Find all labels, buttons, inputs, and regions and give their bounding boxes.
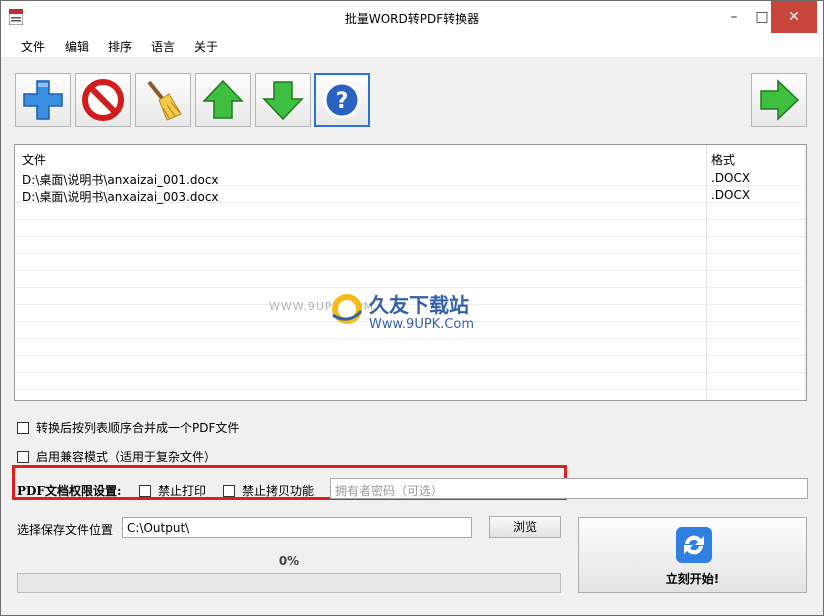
empty-row bbox=[15, 271, 806, 288]
svg-text:?: ? bbox=[336, 89, 349, 114]
scrollbar[interactable] bbox=[804, 145, 806, 400]
arrow-down-icon bbox=[262, 81, 304, 121]
no-copy-label: 禁止拷贝功能 bbox=[242, 484, 315, 498]
refresh-icon bbox=[676, 527, 712, 563]
arrow-right-icon bbox=[760, 79, 800, 121]
compat-mode-label: 启用兼容模式（适用于复杂文件） bbox=[36, 450, 217, 464]
checkbox-box[interactable] bbox=[17, 421, 29, 434]
permissions-label: PDF文档权限设置: bbox=[17, 484, 122, 498]
menu-sort[interactable]: 排序 bbox=[108, 38, 132, 55]
file-format: .DOCX bbox=[711, 171, 751, 185]
empty-row bbox=[15, 356, 806, 373]
menu-about[interactable]: 关于 bbox=[194, 38, 218, 55]
merge-label: 转换后按列表顺序合并成一个PDF文件 bbox=[36, 421, 240, 435]
watermark-url: Www.9UPK.Com bbox=[369, 317, 475, 332]
menu-language[interactable]: 语言 bbox=[151, 38, 175, 55]
next-button[interactable] bbox=[751, 73, 807, 127]
start-button-label: 立刻开始! bbox=[665, 572, 720, 586]
menu-file[interactable]: 文件 bbox=[21, 38, 45, 55]
table-row[interactable]: D:\桌面\说明书\anxaizai_003.docx .DOCX bbox=[15, 186, 806, 204]
move-up-button[interactable] bbox=[195, 73, 251, 127]
checkbox-box[interactable] bbox=[223, 484, 235, 497]
file-list[interactable]: 文件 格式 D:\桌面\说明书\anxaizai_001.docx .DOCX … bbox=[14, 144, 807, 401]
compat-mode-checkbox[interactable]: 启用兼容模式（适用于复杂文件） bbox=[17, 448, 216, 465]
no-print-checkbox[interactable]: 禁止打印 bbox=[139, 482, 206, 499]
progress-text: 0% bbox=[278, 554, 300, 568]
start-button[interactable]: 立刻开始! bbox=[578, 517, 807, 593]
menu-bar: 文件 编辑 排序 语言 关于 bbox=[1, 33, 823, 57]
empty-row bbox=[15, 339, 806, 356]
empty-row bbox=[15, 203, 806, 220]
move-down-button[interactable] bbox=[255, 73, 311, 127]
help-icon: ? bbox=[323, 81, 361, 119]
arrow-up-icon bbox=[202, 79, 244, 119]
broom-icon bbox=[147, 80, 182, 121]
no-entry-icon bbox=[82, 79, 124, 121]
browse-button[interactable]: 浏览 bbox=[489, 516, 561, 538]
remove-file-button[interactable] bbox=[75, 73, 131, 127]
empty-row bbox=[15, 220, 806, 237]
menu-edit[interactable]: 编辑 bbox=[65, 38, 89, 55]
save-path-input[interactable]: C:\Output\ bbox=[122, 517, 472, 538]
column-header-file[interactable]: 文件 bbox=[22, 151, 46, 168]
plus-icon bbox=[23, 80, 63, 120]
owner-password-input[interactable]: 拥有者密码（可选） bbox=[330, 478, 808, 499]
empty-row bbox=[15, 237, 806, 254]
no-print-label: 禁止打印 bbox=[158, 484, 207, 498]
title-bar: 批量WORD转PDF转换器 – □ ✕ bbox=[1, 1, 823, 33]
empty-row bbox=[15, 254, 806, 271]
app-window: 批量WORD转PDF转换器 – □ ✕ 文件 编辑 排序 语言 关于 ? 文件 … bbox=[0, 0, 824, 616]
minimize-button[interactable]: – bbox=[720, 1, 748, 33]
no-copy-checkbox[interactable]: 禁止拷贝功能 bbox=[223, 482, 314, 499]
column-header-format[interactable]: 格式 bbox=[711, 151, 735, 168]
checkbox-box[interactable] bbox=[17, 450, 29, 463]
watermark-logo-icon bbox=[332, 294, 363, 324]
progress-bar bbox=[17, 573, 561, 593]
empty-row bbox=[15, 373, 806, 390]
window-title: 批量WORD转PDF转换器 bbox=[344, 12, 480, 26]
watermark: WWW.9UPK.COM 久友下载站 Www.9UPK.Com bbox=[269, 287, 539, 341]
table-row[interactable]: D:\桌面\说明书\anxaizai_001.docx .DOCX bbox=[15, 169, 806, 187]
help-button[interactable]: ? bbox=[314, 73, 370, 127]
file-list-header: 文件 格式 bbox=[15, 149, 806, 167]
merge-checkbox[interactable]: 转换后按列表顺序合并成一个PDF文件 bbox=[17, 419, 239, 436]
watermark-title: 久友下载站 bbox=[369, 293, 469, 317]
save-location-label: 选择保存文件位置 bbox=[17, 523, 114, 537]
clear-list-button[interactable] bbox=[135, 73, 191, 127]
add-files-button[interactable] bbox=[15, 73, 71, 127]
file-format: .DOCX bbox=[711, 188, 751, 202]
close-button[interactable]: ✕ bbox=[771, 1, 817, 33]
checkbox-box[interactable] bbox=[139, 484, 151, 497]
